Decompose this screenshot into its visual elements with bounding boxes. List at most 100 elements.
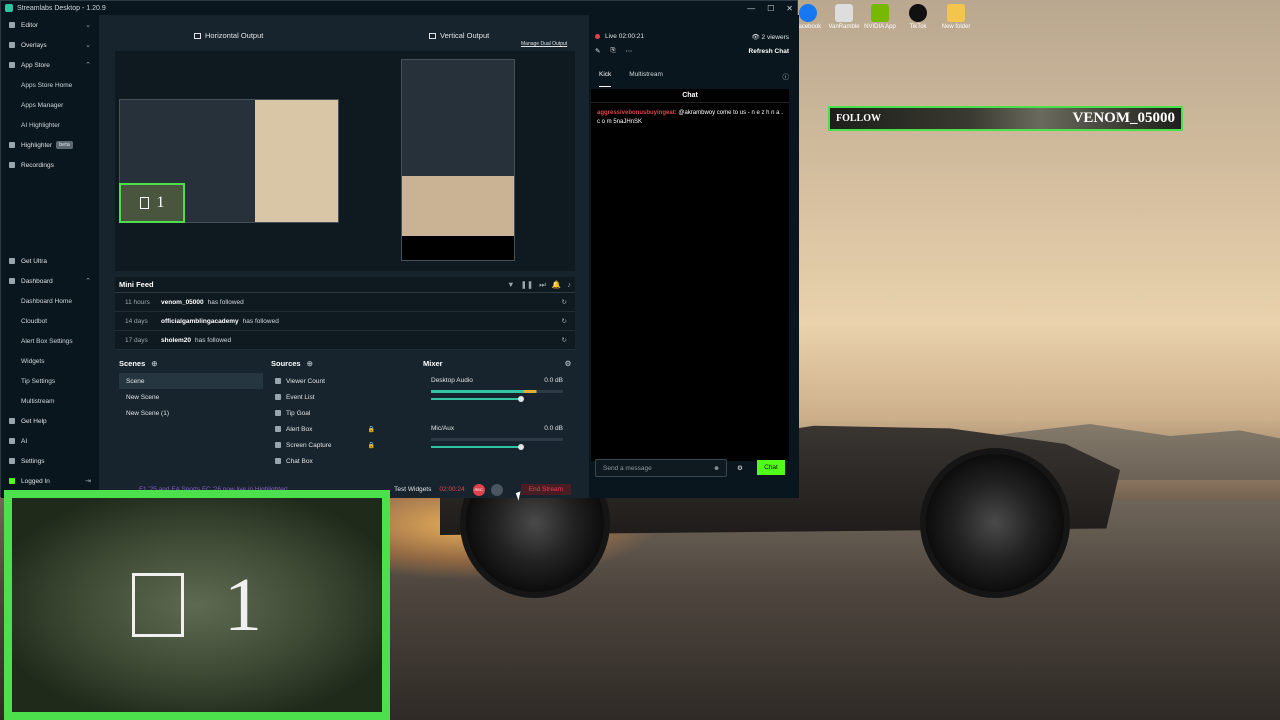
- viewer-count-label: 2 viewers: [761, 34, 789, 41]
- sources-title: Sources: [271, 358, 301, 368]
- volume-icon[interactable]: ♪: [567, 280, 571, 290]
- sidebar-item-settings[interactable]: Settings: [1, 451, 99, 471]
- lock-icon[interactable]: 🔒: [368, 442, 375, 449]
- chat-input[interactable]: Send a message ☻: [595, 459, 727, 477]
- preview-canvas[interactable]: [115, 51, 575, 271]
- tab-multistream[interactable]: Multistream: [629, 71, 663, 87]
- desktop-icon-label: TikTok: [909, 24, 927, 30]
- pencil-icon[interactable]: ✎: [595, 47, 600, 55]
- source-item[interactable]: Alert Box 🔒: [271, 421, 415, 437]
- replay-buffer-icon[interactable]: [490, 483, 503, 496]
- square-icon: [139, 197, 149, 209]
- sidebar-item-ai-highlighter[interactable]: AI Highlighter: [1, 115, 99, 135]
- desktop-icon-label: VanRamble: [828, 24, 860, 30]
- mini-feed-header: Mini Feed ▼ ❚❚ ⏭ 🔔 ♪: [115, 277, 575, 293]
- gear-icon[interactable]: ⚙: [565, 359, 572, 368]
- slider-knob[interactable]: [518, 396, 524, 402]
- maximize-icon[interactable]: ☐: [767, 4, 774, 13]
- widget-icon: [275, 426, 281, 432]
- streamlabs-logo-icon: [5, 4, 13, 12]
- chat-panel: Live 02:00:21 👁 2 viewers ✎ ⎘ ⋯ Refresh …: [589, 15, 799, 498]
- rec-button[interactable]: REC: [472, 483, 485, 496]
- chevron-up-icon: ⌃: [85, 278, 91, 285]
- sidebar-item-label: Recordings: [21, 161, 54, 169]
- info-icon[interactable]: ⓘ: [783, 71, 790, 87]
- sidebar-item-logged-in[interactable]: Logged In ⇥: [1, 471, 99, 491]
- source-item[interactable]: Screen Capture 🔒: [271, 437, 415, 453]
- sidebar-item-widgets[interactable]: Widgets: [1, 351, 99, 371]
- ai-icon: [9, 438, 15, 444]
- share-icon[interactable]: ⎘: [610, 47, 615, 55]
- overlays-icon: [9, 42, 15, 48]
- mixer-panel: Desktop Audio 0.0 dB Mic/Aux 0.0 dB: [427, 373, 567, 478]
- add-source-icon[interactable]: ⊕: [307, 359, 313, 368]
- bell-icon[interactable]: 🔔: [552, 280, 561, 290]
- chat-message-user[interactable]: aggressivebonusbuyingeat:: [597, 110, 677, 116]
- lock-icon[interactable]: 🔒: [368, 426, 375, 433]
- sources-list: Viewer Count Event List Tip Goal Alert B…: [271, 373, 415, 478]
- sidebar-item-highlighter[interactable]: Highlighter beta: [1, 135, 99, 155]
- desktop-icon-new-folder[interactable]: New folder: [934, 4, 978, 30]
- source-item[interactable]: Event List: [271, 389, 415, 405]
- chevron-up-icon: ⌃: [85, 62, 91, 69]
- store-icon: [9, 62, 15, 68]
- channel-db: 0.0 dB: [544, 425, 563, 432]
- sidebar-item-editor[interactable]: Editor ⌄: [1, 15, 99, 35]
- minimize-icon[interactable]: —: [747, 4, 755, 13]
- refresh-chat-button[interactable]: Refresh Chat: [749, 48, 789, 55]
- mixer-channel-desktop: Desktop Audio 0.0 dB: [427, 373, 567, 421]
- test-widgets-button[interactable]: Test Widgets: [394, 486, 431, 493]
- volume-slider[interactable]: [431, 444, 524, 450]
- filter-icon[interactable]: ▼: [507, 280, 514, 290]
- scene-item[interactable]: New Scene: [119, 389, 263, 405]
- mixer-header: Mixer ⚙: [423, 356, 571, 370]
- source-item[interactable]: Chat Box: [271, 453, 415, 469]
- sidebar-item-apps-manager[interactable]: Apps Manager: [1, 95, 99, 115]
- repeat-icon[interactable]: ↻: [562, 298, 567, 306]
- close-icon[interactable]: ✕: [786, 4, 793, 13]
- manage-dual-output-link[interactable]: Manage Dual Output: [521, 41, 567, 47]
- feed-action: has followed: [195, 336, 232, 344]
- repeat-icon[interactable]: ↻: [562, 317, 567, 325]
- eye-icon: 👁: [751, 34, 762, 41]
- beta-badge: beta: [56, 141, 73, 149]
- sidebar-item-multistream[interactable]: Multistream: [1, 391, 99, 411]
- source-label: Chat Box: [286, 457, 313, 465]
- sidebar-item-ai[interactable]: AI: [1, 431, 99, 451]
- sidebar-item-get-help[interactable]: Get Help: [1, 411, 99, 431]
- send-chat-button[interactable]: Chat: [757, 460, 785, 475]
- sidebar-item-get-ultra[interactable]: Get Ultra: [1, 251, 99, 271]
- live-time: Live 02:00:21: [605, 33, 645, 40]
- end-stream-button[interactable]: End Stream: [520, 484, 571, 495]
- tab-kick[interactable]: Kick: [599, 71, 612, 87]
- sidebar-item-dashboard[interactable]: Dashboard ⌃: [1, 271, 99, 291]
- mini-feed-row: 14 days officialgamblingacademy has follow…: [115, 312, 575, 331]
- emoji-icon[interactable]: ☻: [713, 465, 720, 472]
- sidebar-item-apps-store-home[interactable]: Apps Store Home: [1, 75, 99, 95]
- source-item[interactable]: Tip Goal: [271, 405, 415, 421]
- add-scene-icon[interactable]: ⊕: [151, 359, 157, 368]
- skip-icon[interactable]: ⏭: [539, 280, 546, 290]
- logout-icon[interactable]: ⇥: [85, 477, 91, 485]
- sidebar-item-overlays[interactable]: Overlays ⌄: [1, 35, 99, 55]
- main-area: Horizontal Output Vertical Output Manage…: [99, 15, 589, 498]
- sidebar-item-recordings[interactable]: Recordings: [1, 155, 99, 175]
- scene-item[interactable]: Scene: [119, 373, 263, 389]
- source-item[interactable]: Viewer Count: [271, 373, 415, 389]
- link-icon[interactable]: ⋯: [626, 47, 633, 55]
- sidebar-item-tip-settings[interactable]: Tip Settings: [1, 371, 99, 391]
- scene-item[interactable]: New Scene (1): [119, 405, 263, 421]
- gear-icon[interactable]: ⚙: [737, 464, 743, 472]
- slider-knob[interactable]: [518, 444, 524, 450]
- sidebar-item-alert-box-settings[interactable]: Alert Box Settings: [1, 331, 99, 351]
- pause-icon[interactable]: ❚❚: [521, 280, 534, 290]
- repeat-icon[interactable]: ↻: [562, 336, 567, 344]
- sidebar-item-app-store[interactable]: App Store ⌃: [1, 55, 99, 75]
- scenes-title: Scenes: [119, 358, 146, 368]
- desktop-icon-label: New folder: [941, 24, 971, 30]
- volume-slider[interactable]: [431, 396, 524, 402]
- app-icon: [835, 4, 853, 22]
- sidebar-item-cloudbot[interactable]: Cloudbot: [1, 311, 99, 331]
- vertical-preview[interactable]: [401, 59, 515, 261]
- sidebar-item-dashboard-home[interactable]: Dashboard Home: [1, 291, 99, 311]
